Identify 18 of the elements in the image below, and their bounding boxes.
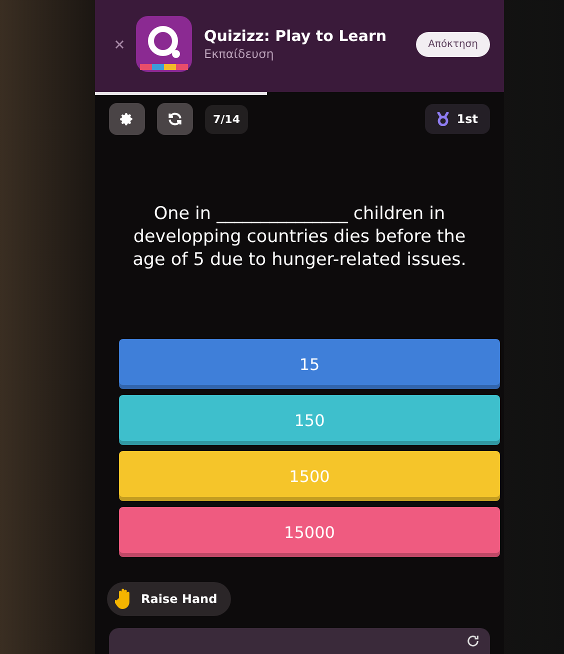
answer-option[interactable]: 15000	[119, 507, 500, 558]
question-counter: 7/14	[205, 104, 248, 134]
raise-hand-button[interactable]: Raise Hand	[107, 582, 232, 616]
rank-text: 1st	[456, 112, 478, 126]
reload-icon[interactable]	[466, 634, 480, 648]
refresh-button[interactable]	[157, 103, 193, 135]
close-icon[interactable]	[115, 40, 124, 48]
settings-icon	[120, 112, 134, 126]
answer-option[interactable]: 15	[119, 339, 500, 390]
question-text: One in _______________ children in developping countries dies before the age of 5 due to hunger-related issues.	[132, 203, 468, 272]
app-title: Quizizz: Play to Learn	[204, 27, 388, 45]
settings-button[interactable]	[109, 103, 145, 135]
answer-option[interactable]: 150	[119, 395, 500, 446]
get-button[interactable]: Απόκτηση	[416, 32, 490, 56]
app-icon	[136, 16, 192, 72]
medal-icon	[436, 112, 449, 126]
app-category: Εκπαίδευση	[204, 47, 275, 61]
refresh-icon	[167, 111, 183, 127]
